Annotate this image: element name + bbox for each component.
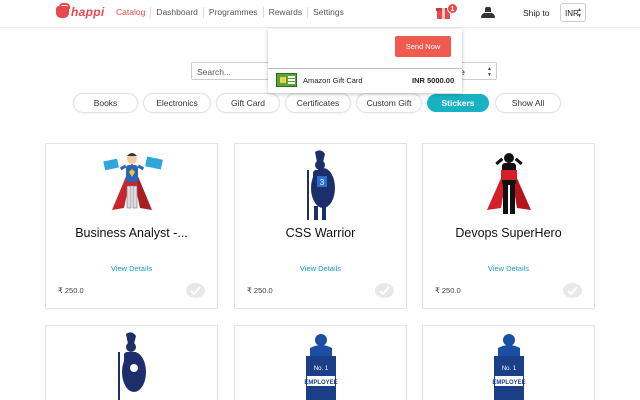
superhero-sticker-icon — [100, 150, 164, 225]
tab-stickers[interactable]: Stickers — [427, 94, 489, 112]
nav-item-catalog[interactable]: Catalog — [113, 7, 150, 18]
ship-to-label: Ship to — [523, 8, 550, 18]
svg-text:3: 3 — [319, 178, 324, 187]
top-navbar: happi Catalog Dashboard Programmes Rewar… — [0, 0, 640, 28]
view-details-link[interactable]: View Details — [235, 264, 406, 273]
tab-books[interactable]: Books — [74, 94, 137, 112]
product-title: CSS Warrior — [285, 226, 356, 240]
currency-select[interactable]: INR ▲ ▼ — [560, 3, 586, 22]
product-card[interactable]: Devops SuperHero View Details ₹ 250.0 — [422, 143, 595, 309]
tab-show-all[interactable]: Show All — [496, 94, 560, 112]
gift-card-thumbnail-icon — [276, 73, 297, 87]
product-card[interactable]: No. 1 EMPLOYEE — [422, 325, 595, 400]
select-check-icon[interactable] — [563, 283, 582, 298]
cart-item-name: Amazon Gift Card — [303, 76, 363, 85]
brand-name: happi — [71, 5, 105, 19]
select-arrows-icon: ▲ ▼ — [577, 7, 582, 19]
view-details-link[interactable]: View Details — [46, 264, 217, 273]
svg-text:No. 1: No. 1 — [501, 366, 516, 372]
tab-custom-gift[interactable]: Custom Gift — [357, 94, 421, 112]
employee-badge-icon: No. 1 EMPLOYEE — [304, 332, 338, 400]
cart-button[interactable]: 1 — [436, 3, 458, 21]
divider — [268, 68, 462, 69]
select-check-icon[interactable] — [186, 283, 205, 298]
search-input[interactable]: Search... — [191, 62, 278, 80]
select-check-icon[interactable] — [375, 283, 394, 298]
spartan-warrior-icon — [112, 332, 152, 400]
product-card[interactable]: No. 1 EMPLOYEE — [234, 325, 407, 400]
send-now-button[interactable]: Send Now — [395, 36, 451, 57]
product-card[interactable]: Business Analyst -... View Details ₹ 250… — [45, 143, 218, 309]
nav-item-programmes[interactable]: Programmes — [202, 7, 263, 18]
select-arrows-icon: ▲ ▼ — [487, 66, 492, 78]
product-price: ₹ 250.0 — [247, 286, 273, 295]
gift-bag-logo-icon — [56, 3, 70, 18]
tab-electronics[interactable]: Electronics — [144, 94, 210, 112]
nav-item-rewards[interactable]: Rewards — [262, 7, 308, 18]
nav-item-dashboard[interactable]: Dashboard — [150, 7, 203, 18]
nav-item-settings[interactable]: Settings — [307, 7, 349, 18]
cart-item-price: INR 5000.00 — [412, 76, 455, 85]
caped-hero-silhouette-icon — [479, 150, 539, 227]
brand-logo[interactable]: happi — [56, 3, 105, 19]
svg-text:EMPLOYEE: EMPLOYEE — [492, 380, 525, 386]
product-title: Business Analyst -... — [75, 226, 188, 240]
tab-certificates[interactable]: Certificates — [286, 94, 350, 112]
user-profile-icon[interactable] — [481, 7, 495, 19]
main-nav: Catalog Dashboard Programmes Rewards Set… — [113, 7, 349, 18]
product-card[interactable]: 3 CSS Warrior View Details ₹ 250.0 — [234, 143, 407, 309]
product-price: ₹ 250.0 — [58, 286, 84, 295]
view-details-link[interactable]: View Details — [423, 264, 594, 273]
product-title: Devops SuperHero — [455, 226, 562, 240]
cart-item: Amazon Gift Card INR 5000.00 — [276, 73, 456, 87]
svg-text:No. 1: No. 1 — [313, 366, 328, 372]
cart-count-badge: 1 — [447, 3, 458, 14]
employee-badge-icon: No. 1 EMPLOYEE — [492, 332, 526, 400]
tab-gift-card[interactable]: Gift Card — [217, 94, 279, 112]
cart-popover: Send Now Amazon Gift Card INR 5000.00 — [268, 29, 462, 93]
spartan-warrior-icon: 3 — [301, 150, 341, 227]
product-card[interactable] — [45, 325, 218, 400]
product-price: ₹ 250.0 — [435, 286, 461, 295]
svg-text:EMPLOYEE: EMPLOYEE — [304, 380, 337, 386]
category-tabs: Books Electronics Gift Card Certificates… — [74, 94, 574, 112]
